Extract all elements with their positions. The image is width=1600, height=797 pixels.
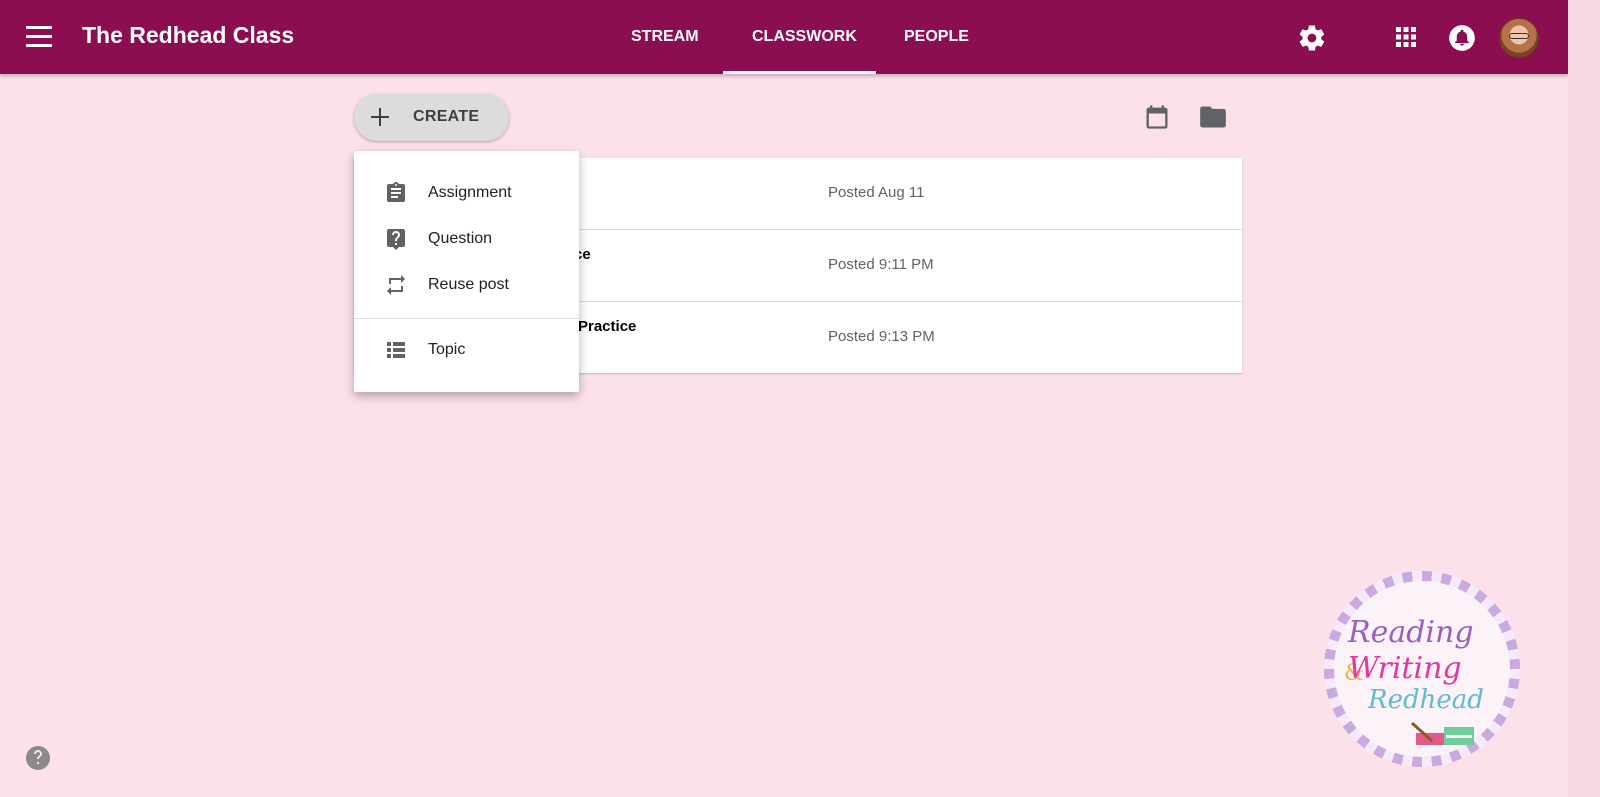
menu-item-label: Question bbox=[428, 230, 493, 247]
class-title[interactable]: The Redhead Class bbox=[82, 22, 294, 49]
create-button[interactable]: CREATE bbox=[354, 94, 509, 141]
plus-icon bbox=[371, 108, 389, 126]
menu-item-label: Reuse post bbox=[428, 276, 509, 293]
top-app-bar: The Redhead Class STREAM CLASSWORK PEOPL… bbox=[0, 0, 1568, 74]
tab-classwork[interactable]: CLASSWORK bbox=[752, 0, 857, 74]
gear-icon[interactable] bbox=[1297, 23, 1327, 53]
folder-icon[interactable] bbox=[1199, 105, 1227, 129]
logo-text-writing: Writing bbox=[1348, 651, 1462, 686]
menu-item-assignment[interactable]: Assignment bbox=[354, 170, 579, 216]
logo-text-reading: Reading bbox=[1348, 615, 1474, 650]
reuse-icon bbox=[387, 275, 405, 295]
scrollbar[interactable] bbox=[1568, 0, 1600, 797]
post-date: Posted Aug 11 bbox=[828, 184, 925, 201]
avatar[interactable] bbox=[1499, 18, 1539, 58]
post-date: Posted 9:11 PM bbox=[828, 256, 934, 273]
question-icon bbox=[387, 229, 405, 250]
post-date: Posted 9:13 PM bbox=[828, 328, 935, 345]
create-menu: Assignment Question Reuse post Topic bbox=[354, 151, 579, 392]
notifications-icon[interactable] bbox=[1448, 24, 1476, 52]
topic-icon bbox=[387, 342, 405, 358]
tab-stream[interactable]: STREAM bbox=[631, 0, 699, 74]
books-icon bbox=[1410, 721, 1474, 745]
menu-item-reuse-post[interactable]: Reuse post bbox=[354, 262, 579, 308]
menu-divider bbox=[354, 318, 579, 319]
menu-item-label: Topic bbox=[428, 341, 466, 358]
assignment-icon bbox=[387, 182, 405, 202]
calendar-icon[interactable] bbox=[1143, 103, 1171, 131]
logo-inner: Reading & Writing Redhead bbox=[1334, 581, 1510, 757]
create-button-label: CREATE bbox=[413, 108, 480, 125]
post-title: Practice bbox=[578, 318, 637, 335]
logo-text-redhead: Redhead bbox=[1368, 685, 1484, 715]
help-icon[interactable] bbox=[26, 746, 50, 770]
active-tab-indicator bbox=[723, 71, 876, 74]
menu-icon[interactable] bbox=[26, 26, 52, 48]
apps-icon[interactable] bbox=[1394, 25, 1418, 49]
menu-item-topic[interactable]: Topic bbox=[354, 327, 579, 373]
menu-item-question[interactable]: Question bbox=[354, 216, 579, 262]
tab-people[interactable]: PEOPLE bbox=[904, 0, 969, 74]
watermark-logo: Reading & Writing Redhead bbox=[1324, 571, 1520, 767]
menu-item-label: Assignment bbox=[428, 184, 512, 201]
